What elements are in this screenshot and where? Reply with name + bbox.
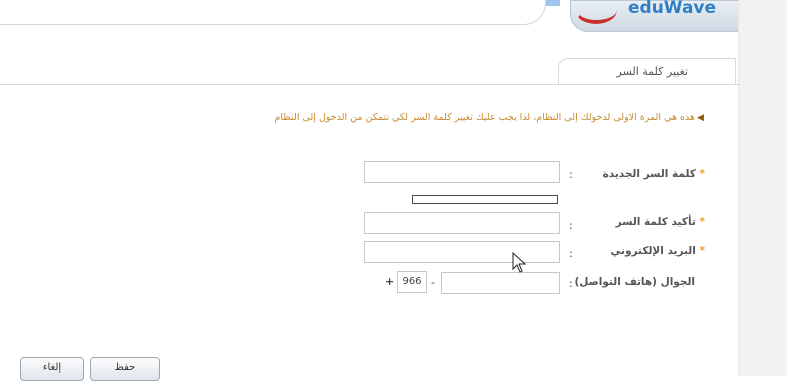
cancel-button[interactable]: إلغاء (20, 357, 84, 381)
required-mark: * (699, 216, 706, 228)
notice-arrow-icon: ◀ (697, 113, 704, 123)
email-input[interactable] (364, 241, 560, 263)
tab-title: تغيير كلمة السر (616, 65, 689, 78)
mobile-number-input[interactable] (441, 272, 560, 294)
country-code-input[interactable]: 966 (397, 271, 427, 293)
colon: : (569, 168, 573, 181)
password-strength-meter (412, 195, 558, 204)
top-banner (0, 0, 546, 25)
logo-text: eduWave (628, 0, 717, 18)
required-mark: * (699, 168, 706, 180)
new-password-input[interactable] (364, 161, 560, 183)
confirm-password-label: * تأكيد كلمة السر (615, 216, 706, 228)
save-button[interactable]: حفظ (90, 357, 160, 381)
colon: : (569, 219, 573, 232)
notice-text: هذه هي المرة الاولى لدخولك إلى النظام، ل… (274, 112, 695, 123)
confirm-password-input[interactable] (364, 212, 560, 234)
mouse-cursor-icon (512, 252, 527, 273)
new-password-label: * كلمة السر الجديدة (602, 168, 706, 180)
plus-sign: + (385, 275, 395, 288)
required-mark: * (699, 245, 706, 257)
email-label: * البريد الإلكتروني (610, 245, 705, 257)
panel-border (0, 84, 740, 85)
colon: : (569, 247, 573, 260)
scrollbar[interactable] (738, 0, 787, 376)
dash: - (431, 276, 435, 289)
colon: : (569, 277, 573, 290)
mobile-label: الجوال (هاتف التواصل) (574, 276, 695, 288)
